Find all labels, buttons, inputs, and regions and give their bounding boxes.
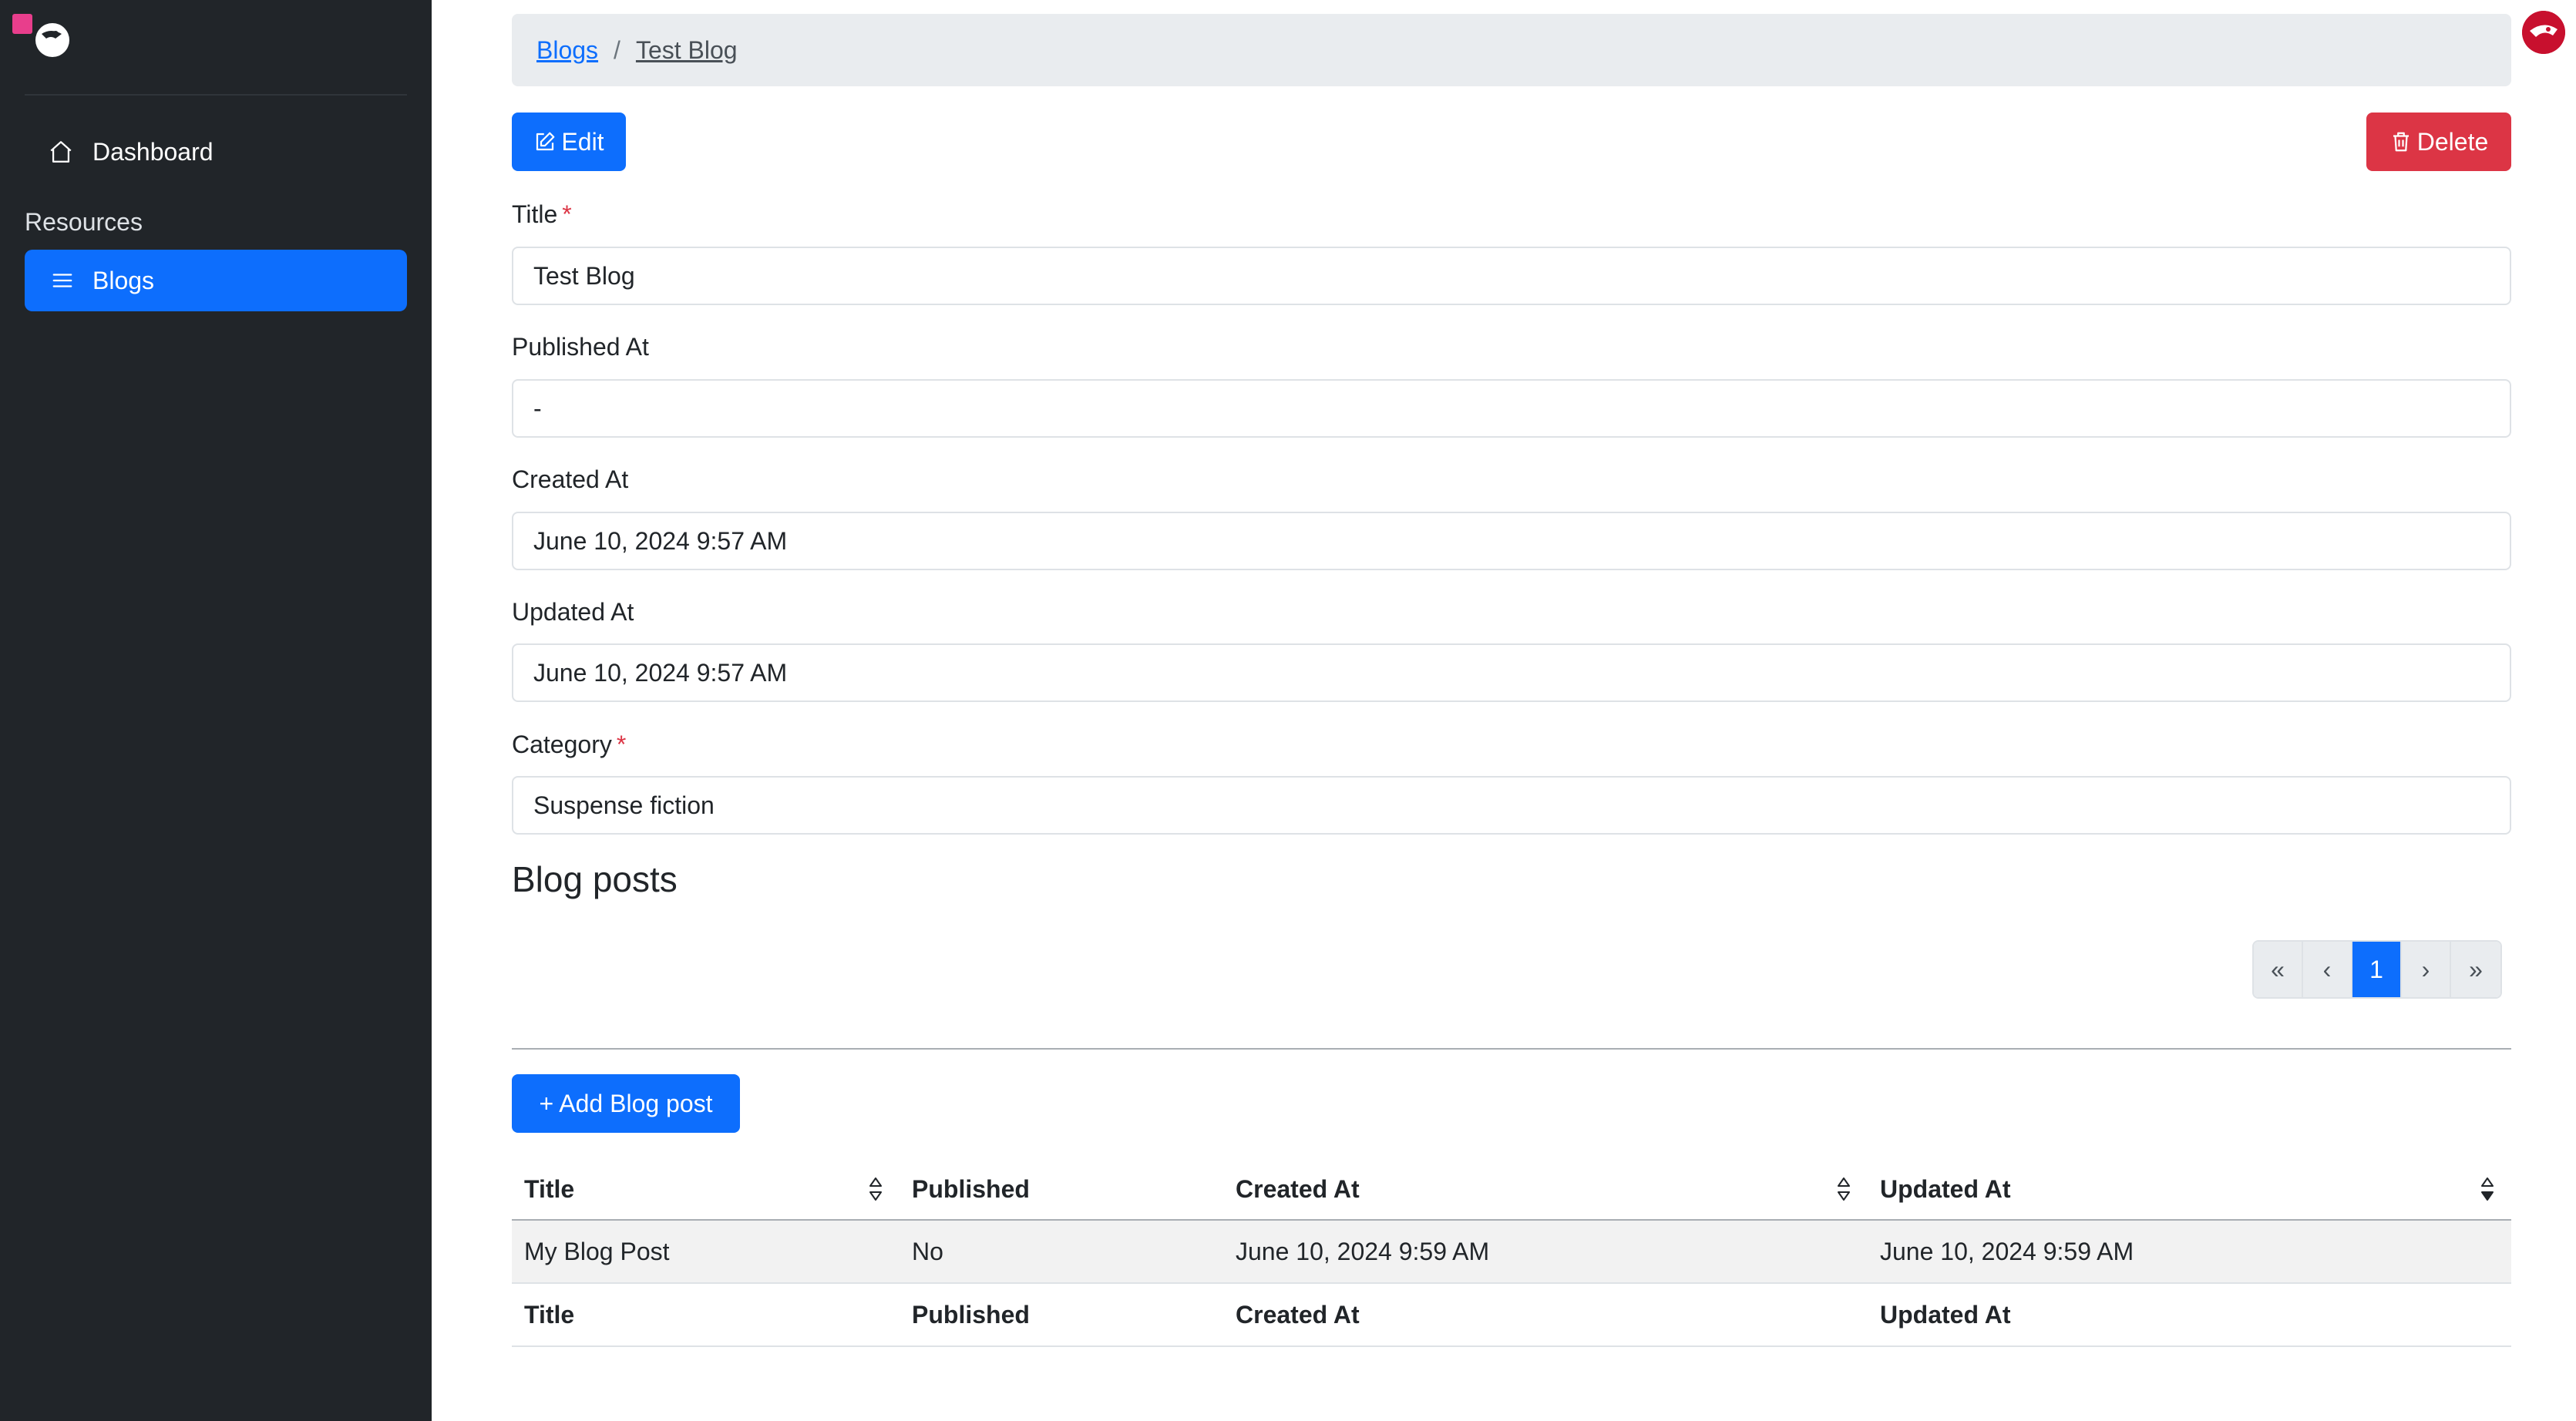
pagination-next[interactable]: › bbox=[2402, 942, 2451, 997]
delete-button[interactable]: Delete bbox=[2366, 113, 2511, 171]
add-blog-post-button[interactable]: + Add Blog post bbox=[512, 1074, 740, 1133]
sidebar-item-blogs[interactable]: Blogs bbox=[25, 250, 407, 311]
field-label-title: Title * bbox=[512, 200, 572, 228]
section-title-blog-posts: Blog posts bbox=[512, 859, 678, 899]
delete-button-label: Delete bbox=[2416, 127, 2489, 156]
category-field[interactable]: Suspense fiction bbox=[512, 776, 2511, 835]
column-header-title[interactable]: Title bbox=[512, 1159, 900, 1219]
footer-published: Published bbox=[912, 1300, 1030, 1329]
cell-created-at: June 10, 2024 9:59 AM bbox=[1236, 1237, 1490, 1265]
title-field[interactable]: Test Blog bbox=[512, 247, 2511, 305]
pagination-page-1[interactable]: 1 bbox=[2352, 942, 2402, 997]
updated-at-field[interactable]: June 10, 2024 9:57 AM bbox=[512, 643, 2511, 702]
sidebar-item-dashboard[interactable]: Dashboard bbox=[48, 133, 214, 171]
sort-icon[interactable] bbox=[1835, 1174, 1852, 1204]
breadcrumb: Blogs / Test Blog bbox=[512, 14, 2511, 86]
table-row[interactable]: My Blog Post No June 10, 2024 9:59 AM Ju… bbox=[512, 1221, 2511, 1284]
table-header-row: Title Published Created At Updated At bbox=[512, 1159, 2511, 1221]
divider bbox=[512, 1048, 2511, 1050]
pagination-last[interactable]: » bbox=[2451, 942, 2500, 997]
pagination: « ‹ 1 › » bbox=[2252, 940, 2502, 999]
trash-icon bbox=[2389, 130, 2413, 153]
required-mark: * bbox=[616, 731, 627, 758]
breadcrumb-current[interactable]: Test Blog bbox=[636, 36, 738, 65]
footer-title: Title bbox=[524, 1300, 575, 1329]
published-at-field[interactable]: - bbox=[512, 379, 2511, 438]
cell-published: No bbox=[912, 1237, 943, 1265]
sort-desc-icon[interactable] bbox=[2479, 1174, 2496, 1204]
edit-button[interactable]: Edit bbox=[512, 113, 626, 171]
pagination-prev[interactable]: ‹ bbox=[2303, 942, 2352, 997]
breadcrumb-link-blogs[interactable]: Blogs bbox=[536, 36, 598, 65]
breadcrumb-separator: / bbox=[614, 35, 620, 64]
field-label-category: Category * bbox=[512, 731, 627, 758]
sidebar-item-label: Dashboard bbox=[92, 137, 214, 166]
home-icon bbox=[48, 139, 74, 165]
required-mark: * bbox=[562, 200, 572, 228]
sort-icon[interactable] bbox=[867, 1174, 884, 1204]
list-icon bbox=[51, 269, 74, 292]
edit-button-label: Edit bbox=[561, 127, 604, 156]
cell-title: My Blog Post bbox=[524, 1237, 670, 1265]
footer-updated-at: Updated At bbox=[1880, 1300, 2011, 1329]
edit-icon bbox=[533, 130, 557, 153]
column-header-created-at[interactable]: Created At bbox=[1223, 1159, 1868, 1219]
user-avatar[interactable] bbox=[2522, 11, 2565, 54]
pagination-first[interactable]: « bbox=[2254, 942, 2303, 997]
field-label-updated-at: Updated At bbox=[512, 598, 634, 626]
created-at-field[interactable]: June 10, 2024 9:57 AM bbox=[512, 512, 2511, 570]
sidebar-section-label: Resources bbox=[25, 208, 143, 236]
field-label-published-at: Published At bbox=[512, 333, 649, 361]
table-footer-row: Title Published Created At Updated At bbox=[512, 1284, 2511, 1347]
sidebar-divider bbox=[25, 94, 407, 96]
cell-updated-at: June 10, 2024 9:59 AM bbox=[1880, 1237, 2134, 1265]
footer-created-at: Created At bbox=[1236, 1300, 1360, 1329]
field-label-created-at: Created At bbox=[512, 465, 629, 493]
sidebar-item-label: Blogs bbox=[92, 266, 155, 294]
column-header-published: Published bbox=[912, 1174, 1030, 1203]
logo-icon[interactable] bbox=[11, 11, 72, 65]
blog-posts-table: Title Published Created At Updated At My… bbox=[512, 1159, 2511, 1347]
column-header-updated-at[interactable]: Updated At bbox=[1868, 1159, 2511, 1219]
sidebar: Dashboard Resources Blogs bbox=[0, 0, 432, 1421]
